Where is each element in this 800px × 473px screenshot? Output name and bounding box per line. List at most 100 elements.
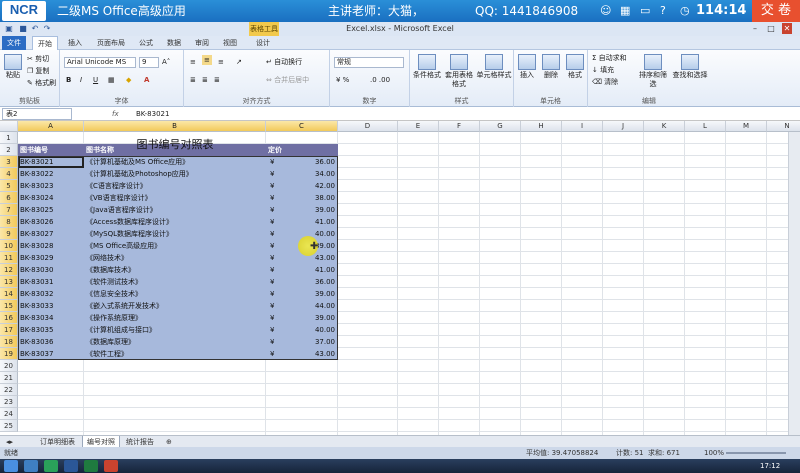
cell-book-id[interactable]: BK-83029 (18, 252, 84, 264)
column-header-g[interactable]: G (480, 121, 521, 132)
row-header[interactable]: 25 (0, 420, 18, 432)
format-painter-button[interactable]: ✎ 格式刷 (27, 78, 56, 88)
submit-button[interactable]: 交 卷 (752, 0, 800, 22)
merge-center-button[interactable]: ⇔ 合并后居中 (266, 75, 309, 85)
cell-book-id[interactable]: BK-83032 (18, 288, 84, 300)
cell-book-name[interactable]: 《嵌入式系统开发技术》 (84, 300, 266, 312)
excel-icon[interactable]: ▣ (4, 23, 14, 34)
align-bottom-icon[interactable]: ≡ (218, 57, 224, 67)
fill-button[interactable]: ↓ 填充 (592, 65, 614, 75)
cell-price[interactable]: ¥34.00 (266, 168, 338, 180)
row-header[interactable]: 24 (0, 408, 18, 420)
cell-price[interactable]: ¥41.00 (266, 216, 338, 228)
cell-book-id[interactable]: BK-83035 (18, 324, 84, 336)
table-format-button[interactable]: 套用表格格式 (444, 54, 474, 89)
undo-icon[interactable]: ↶ (30, 23, 40, 34)
currency-icon[interactable]: ¥ % (336, 75, 349, 85)
cell-book-name[interactable]: 《计算机基础及MS Office应用》 (84, 156, 266, 168)
cell-book-id[interactable]: BK-83036 (18, 336, 84, 348)
orientation-icon[interactable]: ↗ (236, 57, 242, 67)
header-cell-book-id[interactable]: 图书编号 (18, 144, 84, 156)
column-header-l[interactable]: L (685, 121, 726, 132)
cell-price[interactable]: ¥41.00 (266, 264, 338, 276)
row-header[interactable]: 14 (0, 288, 18, 300)
italic-button[interactable]: I (80, 75, 82, 85)
column-header-b[interactable]: B (84, 121, 266, 132)
ppt-icon[interactable] (104, 460, 118, 472)
zoom-slider[interactable] (726, 452, 786, 454)
cut-button[interactable]: ✂ 剪切 (27, 54, 49, 64)
delete-cells-button[interactable]: 删除 (540, 54, 562, 80)
column-header-k[interactable]: K (644, 121, 685, 132)
cell-book-id[interactable]: BK-83028 (18, 240, 84, 252)
column-header-d[interactable]: D (338, 121, 398, 132)
active-cell-outline[interactable] (18, 156, 84, 168)
column-header-j[interactable]: J (603, 121, 644, 132)
folder-icon[interactable]: ▭ (640, 4, 650, 18)
row-header[interactable]: 18 (0, 336, 18, 348)
select-all-corner[interactable] (0, 121, 18, 132)
cell-price[interactable]: ¥39.00 (266, 204, 338, 216)
cell-book-name[interactable]: 《软件测试技术》 (84, 276, 266, 288)
format-cells-button[interactable]: 格式 (564, 54, 586, 80)
cell-book-id[interactable]: BK-83024 (18, 192, 84, 204)
cell-book-id[interactable]: BK-83023 (18, 180, 84, 192)
cell-book-id[interactable]: BK-83033 (18, 300, 84, 312)
align-center-icon[interactable]: ≣ (202, 75, 208, 85)
app-icon[interactable] (44, 460, 58, 472)
font-size-select[interactable]: 9 (139, 57, 159, 68)
tab-page-layout[interactable]: 页面布局 (92, 36, 130, 50)
tab-home[interactable]: 开始 (32, 36, 58, 51)
cell-price[interactable]: ¥44.00 (266, 300, 338, 312)
person-icon[interactable]: ☺ (600, 4, 611, 18)
row-header[interactable]: 2 (0, 144, 18, 156)
cell-book-id[interactable]: BK-83025 (18, 204, 84, 216)
tab-review[interactable]: 审阅 (190, 36, 214, 50)
fx-icon[interactable]: fx (112, 108, 119, 120)
align-right-icon[interactable]: ≣ (214, 75, 220, 85)
tab-view[interactable]: 视图 (218, 36, 242, 50)
cell-book-name[interactable]: 《Access数据库程序设计》 (84, 216, 266, 228)
fill-color-icon[interactable]: ◆ (126, 75, 131, 85)
paste-button[interactable]: 粘贴 (3, 54, 23, 80)
close-icon[interactable]: ✕ (782, 23, 792, 34)
cell-book-id[interactable]: BK-83030 (18, 264, 84, 276)
cell-book-name[interactable]: 《操作系统原理》 (84, 312, 266, 324)
decimal-icon[interactable]: .0 .00 (370, 75, 390, 85)
column-header-e[interactable]: E (398, 121, 439, 132)
header-cell-price[interactable]: 定价 (266, 144, 338, 156)
row-header[interactable]: 16 (0, 312, 18, 324)
column-header-m[interactable]: M (726, 121, 767, 132)
calendar-icon[interactable]: ▦ (620, 4, 630, 18)
cell-book-id[interactable]: BK-83026 (18, 216, 84, 228)
word-icon[interactable] (64, 460, 78, 472)
start-icon[interactable] (4, 460, 18, 472)
font-color-icon[interactable]: A (144, 75, 149, 85)
row-header[interactable]: 8 (0, 216, 18, 228)
minimize-icon[interactable]: – (750, 23, 760, 34)
column-header-c[interactable]: C (266, 121, 338, 132)
cell-book-name[interactable]: 《C语言程序设计》 (84, 180, 266, 192)
wrap-text-button[interactable]: ↵ 自动换行 (266, 57, 302, 67)
column-header-i[interactable]: I (562, 121, 603, 132)
column-header-n[interactable]: N (767, 121, 800, 132)
redo-icon[interactable]: ↷ (42, 23, 52, 34)
bold-button[interactable]: B (66, 75, 71, 85)
font-name-select[interactable]: Arial Unicode MS (64, 57, 136, 68)
row-header[interactable]: 17 (0, 324, 18, 336)
cell-book-name[interactable]: 《网络技术》 (84, 252, 266, 264)
row-header[interactable]: 11 (0, 252, 18, 264)
cell-book-name[interactable]: 《计算机基础及Photoshop应用》 (84, 168, 266, 180)
cell-price[interactable]: ¥42.00 (266, 180, 338, 192)
align-top-icon[interactable]: ≡ (190, 57, 196, 67)
row-header[interactable]: 5 (0, 180, 18, 192)
row-header[interactable]: 9 (0, 228, 18, 240)
cell-price[interactable]: ¥39.00 (266, 312, 338, 324)
row-header[interactable]: 10 (0, 240, 18, 252)
tab-insert[interactable]: 插入 (62, 36, 88, 50)
cell-price[interactable]: ¥39.00 (266, 288, 338, 300)
cell-book-id[interactable]: BK-83034 (18, 312, 84, 324)
clear-button[interactable]: ⌫ 清除 (592, 77, 618, 87)
row-header[interactable]: 12 (0, 264, 18, 276)
column-header-h[interactable]: H (521, 121, 562, 132)
